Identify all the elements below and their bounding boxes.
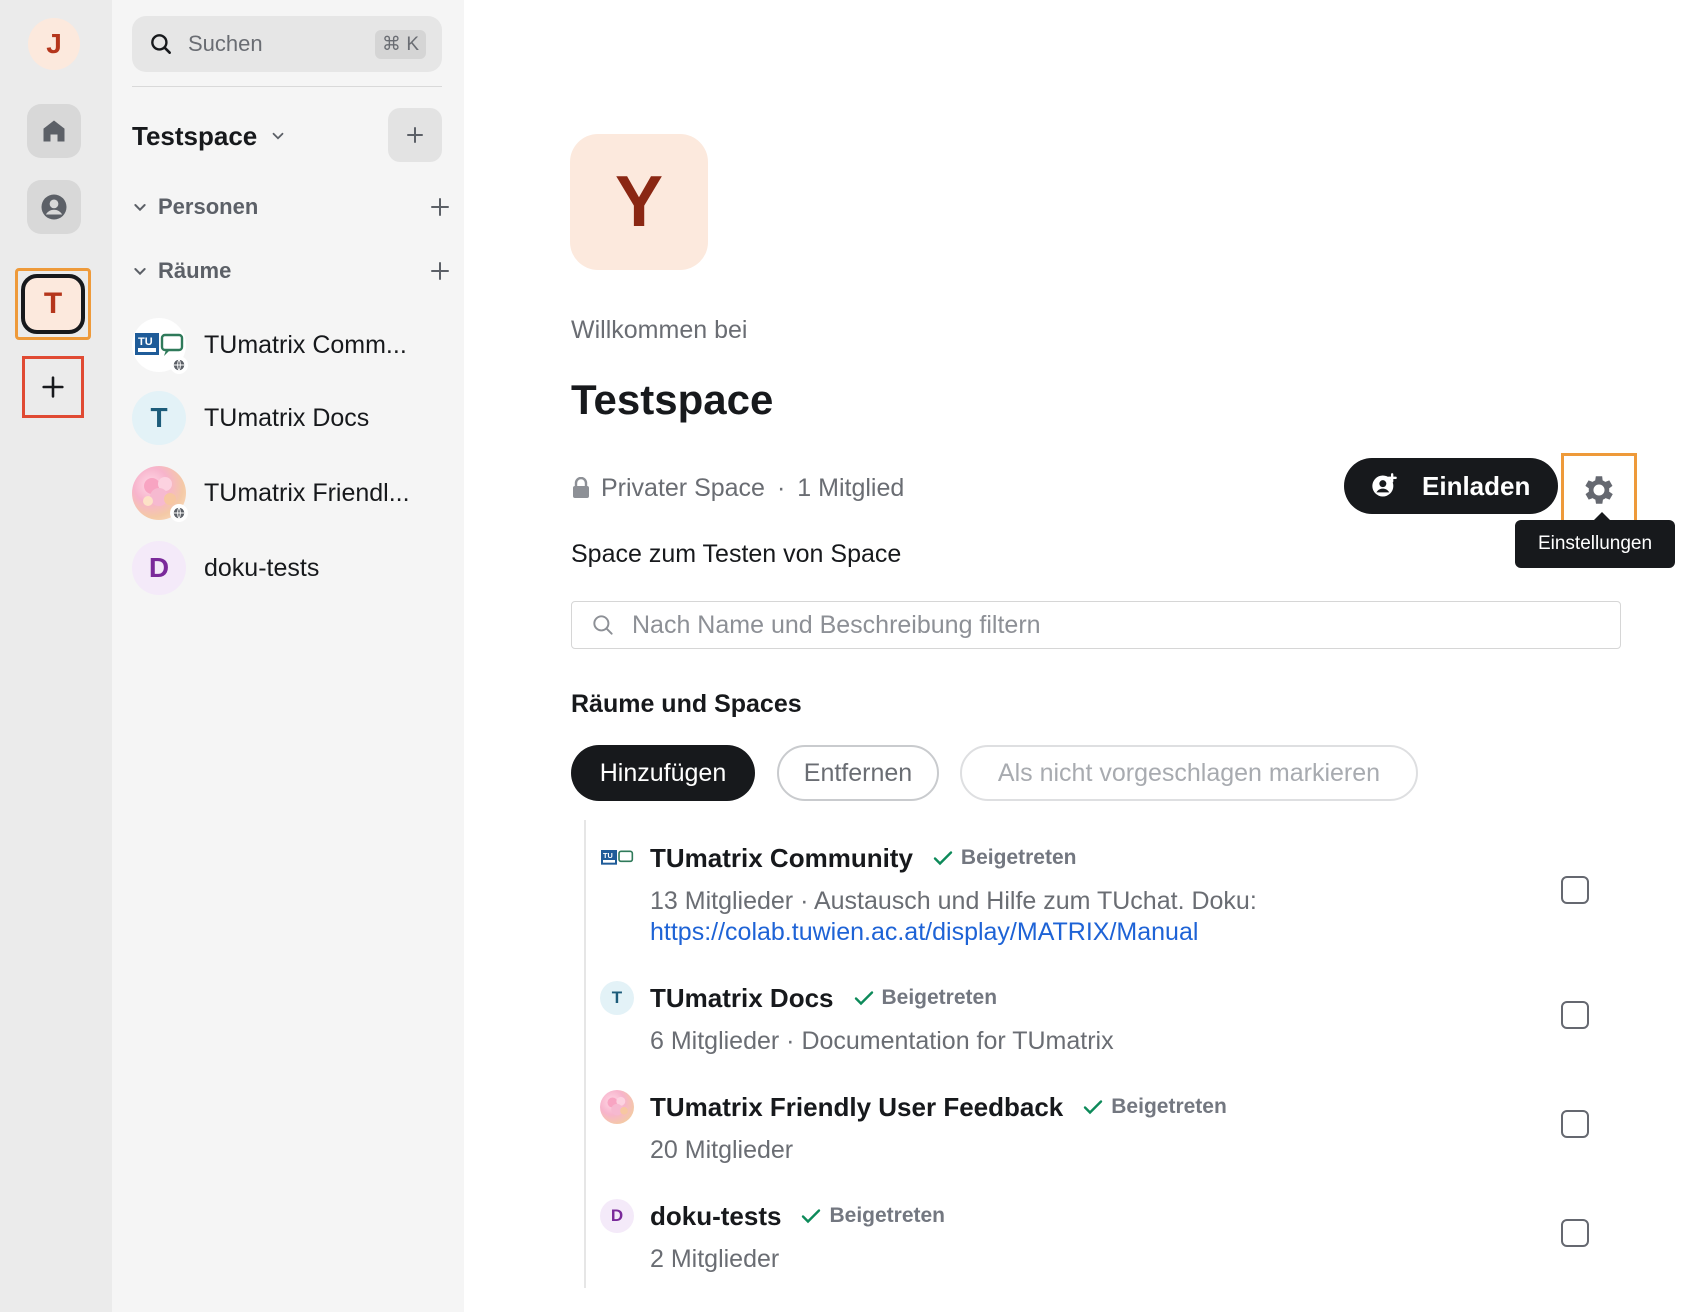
select-checkbox[interactable]: [1561, 1110, 1589, 1138]
section-title: Räume und Spaces: [571, 690, 802, 718]
room-item[interactable]: D doku-tests: [132, 535, 452, 601]
room-avatar: [132, 466, 188, 522]
space-meta: Privater Space · 1 Mitglied: [571, 470, 904, 506]
check-icon: [1084, 1100, 1103, 1115]
search-icon: [151, 34, 171, 54]
search-label: Suchen: [188, 31, 263, 56]
room-avatar: D: [600, 1199, 634, 1233]
room-name[interactable]: doku-tests: [650, 1201, 781, 1232]
invite-label: Einladen: [1422, 470, 1531, 501]
room-description: 20 Mitglieder: [650, 1136, 794, 1164]
tree-line: [584, 820, 586, 1288]
mark-not-suggested-button[interactable]: Als nicht vorgeschlagen markieren: [960, 745, 1418, 801]
balloons-icon: [607, 1096, 628, 1116]
plus-icon: [407, 127, 423, 143]
home-button[interactable]: [27, 104, 81, 158]
room-name: TUmatrix Comm...: [204, 330, 407, 359]
space-description: Space zum Testen von Space: [571, 540, 902, 568]
page-title: Testspace: [571, 376, 774, 423]
settings-button[interactable]: [1569, 460, 1629, 520]
space-header: Testspace: [132, 108, 442, 164]
svg-text:TU: TU: [138, 336, 153, 348]
room-avatar: [600, 1090, 634, 1124]
search-button[interactable]: Suchen ⌘ K: [132, 16, 442, 72]
list-item[interactable]: TU TUmatrix Community Beigetreten 13 Mit…: [600, 838, 1600, 948]
settings-tooltip: Einstellungen: [1515, 520, 1675, 568]
lock-icon: [573, 477, 589, 498]
filter-placeholder: Nach Name und Beschreibung filtern: [632, 610, 1041, 639]
chevron-down-icon: [134, 204, 146, 212]
room-name[interactable]: TUmatrix Community: [650, 843, 913, 874]
select-checkbox[interactable]: [1561, 1219, 1589, 1247]
room-item[interactable]: TU TUmatrix Comm...: [132, 312, 452, 378]
room-description: 6 Mitglieder · Documentation for TUmatri…: [650, 1027, 1114, 1055]
check-icon: [854, 991, 873, 1006]
user-add-icon: [1372, 473, 1397, 497]
space-testspace-button[interactable]: T: [21, 274, 85, 334]
room-name: doku-tests: [204, 553, 320, 582]
manual-link[interactable]: https://colab.tuwien.ac.at/display/MATRI…: [650, 918, 1198, 946]
space-name-menu[interactable]: Testspace: [132, 121, 257, 152]
list-item[interactable]: TUmatrix Friendly User Feedback Beigetre…: [600, 1087, 1600, 1166]
people-button[interactable]: [27, 180, 81, 234]
space-rail: J T: [0, 0, 112, 1312]
tuwien-logo-icon: TU: [601, 850, 634, 865]
member-count[interactable]: 1 Mitglied: [797, 474, 904, 503]
check-icon: [802, 1209, 821, 1224]
user-avatar[interactable]: J: [28, 18, 80, 70]
joined-badge: Beigetreten: [799, 1204, 945, 1228]
user-circle-icon: [41, 194, 67, 220]
divider: [132, 86, 442, 87]
list-item[interactable]: D doku-tests Beigetreten 2 Mitglieder: [600, 1196, 1600, 1275]
room-avatar: D: [132, 541, 186, 595]
section-label: Personen: [158, 194, 259, 219]
room-name[interactable]: TUmatrix Friendly User Feedback: [650, 1092, 1063, 1123]
chevron-down-icon: [134, 268, 146, 276]
select-checkbox[interactable]: [1561, 1001, 1589, 1029]
section-label: Räume: [158, 258, 232, 283]
joined-badge: Beigetreten: [852, 986, 997, 1010]
section-people[interactable]: Personen: [132, 187, 452, 227]
plus-icon[interactable]: [428, 259, 452, 283]
room-avatar: TU: [132, 318, 188, 374]
svg-text:TU: TU: [603, 851, 613, 860]
gear-icon: [1585, 476, 1613, 504]
room-name: TUmatrix Friendl...: [204, 478, 410, 507]
chevron-down-icon[interactable]: [269, 127, 287, 145]
select-checkbox[interactable]: [1561, 876, 1589, 904]
create-space-button[interactable]: [22, 356, 84, 418]
room-description: 2 Mitglieder: [650, 1245, 780, 1273]
list-item[interactable]: T TUmatrix Docs Beigetreten 6 Mitglieder…: [600, 978, 1600, 1057]
room-avatar: TU: [600, 841, 634, 875]
room-name: TUmatrix Docs: [204, 403, 370, 432]
home-icon: [43, 120, 65, 142]
invite-button[interactable]: Einladen: [1344, 458, 1558, 514]
filter-input[interactable]: Nach Name und Beschreibung filtern: [571, 601, 1621, 649]
room-list-panel: Suchen ⌘ K Testspace Personen Räume TU T…: [112, 0, 464, 1312]
room-item[interactable]: T TUmatrix Docs: [132, 385, 452, 451]
plus-icon: [42, 376, 64, 398]
room-name[interactable]: TUmatrix Docs: [650, 983, 834, 1014]
globe-icon: [170, 356, 188, 374]
section-rooms[interactable]: Räume: [132, 251, 452, 291]
plus-icon[interactable]: [428, 195, 452, 219]
privacy-label: Privater Space: [601, 473, 765, 502]
room-avatar: T: [600, 981, 634, 1015]
search-shortcut: ⌘ K: [375, 29, 426, 59]
joined-badge: Beigetreten: [931, 846, 1076, 870]
add-room-button[interactable]: [388, 108, 442, 162]
welcome-text: Willkommen bei: [571, 316, 748, 344]
check-icon: [933, 851, 953, 866]
remove-button[interactable]: Entfernen: [777, 745, 939, 801]
room-item[interactable]: TUmatrix Friendl...: [132, 460, 452, 526]
joined-badge: Beigetreten: [1081, 1095, 1227, 1119]
globe-icon: [170, 504, 188, 522]
add-button[interactable]: Hinzufügen: [571, 745, 755, 801]
space-avatar: Y: [570, 134, 708, 270]
room-description: 13 Mitglieder · Austausch und Hilfe zum …: [650, 887, 1257, 946]
search-icon: [593, 615, 613, 635]
room-avatar: T: [132, 391, 186, 445]
separator: ·: [776, 473, 786, 502]
